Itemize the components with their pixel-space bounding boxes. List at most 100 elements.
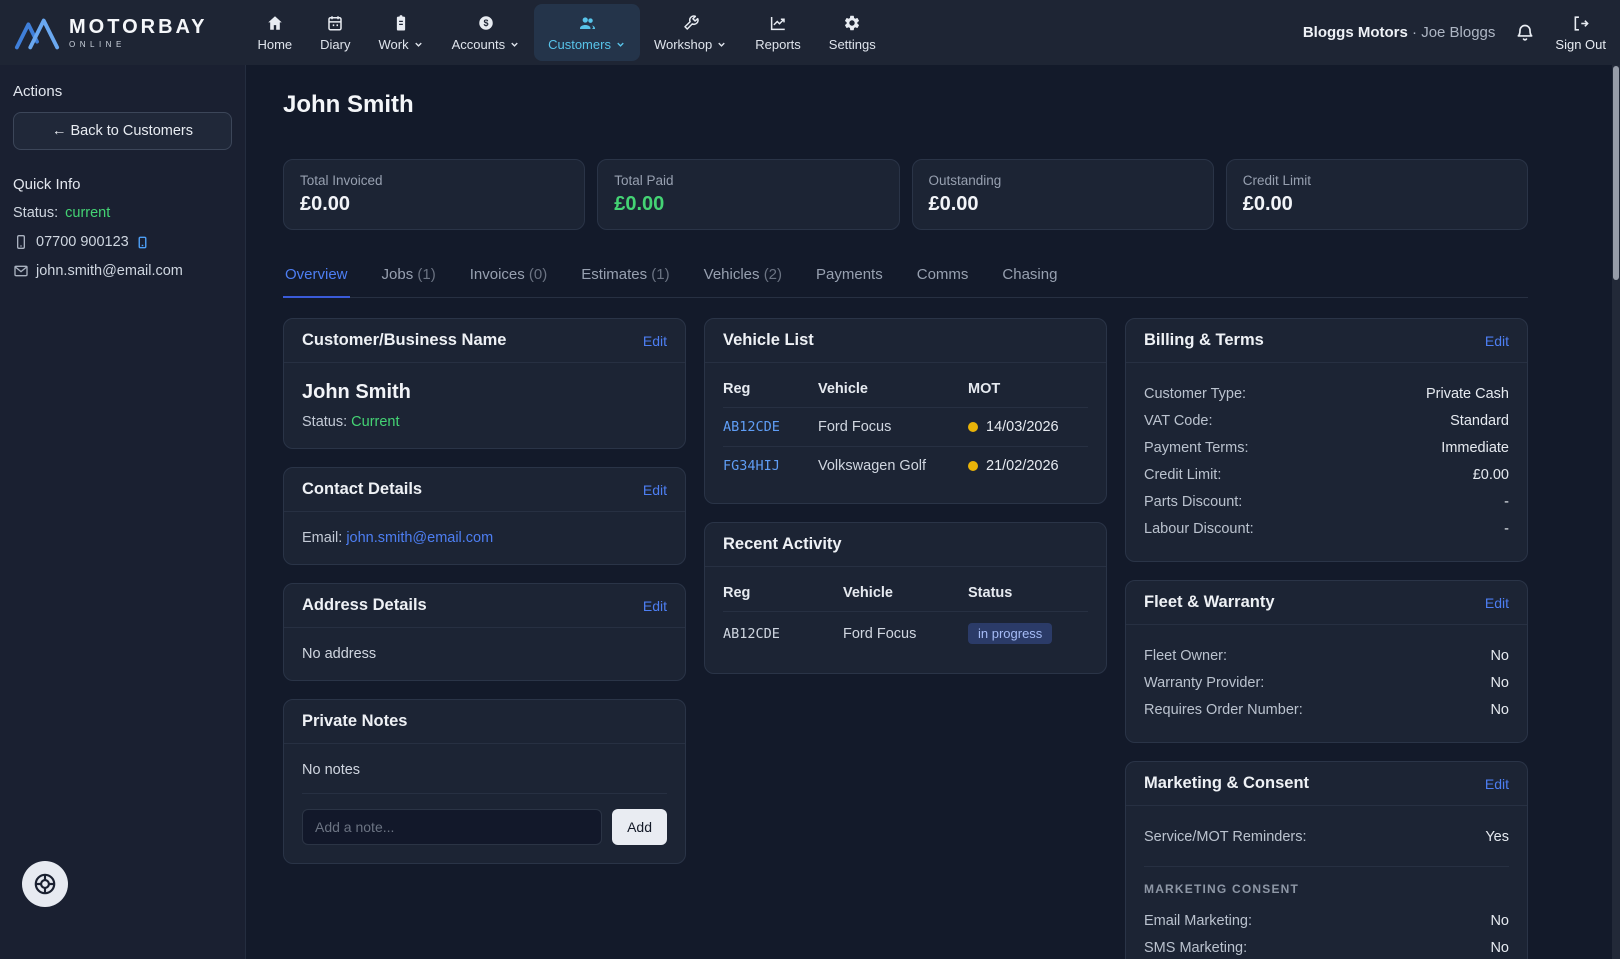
notes-divider (302, 793, 667, 794)
billing-row: Customer Type:Private Cash (1144, 381, 1509, 408)
nav-item-workshop[interactable]: Workshop (640, 4, 741, 61)
brand-name: MOTORBAY (69, 17, 207, 37)
edit-address-button[interactable]: Edit (643, 598, 667, 614)
edit-customer-name-button[interactable]: Edit (643, 333, 667, 349)
stat-value: £0.00 (614, 193, 882, 216)
middle-column: Vehicle List Reg Vehicle MOT AB12CDE For (704, 318, 1107, 674)
clipboard-icon (392, 14, 410, 32)
account-user: Joe Bloggs (1421, 24, 1495, 41)
activity-table: Reg Vehicle Status AB12CDE Ford Focus in… (723, 575, 1088, 655)
nav-item-customers[interactable]: Customers (534, 4, 640, 61)
nav-item-label: Reports (755, 37, 801, 52)
activity-table-header: Reg Vehicle Status (723, 575, 1088, 612)
help-fab-button[interactable] (22, 861, 68, 907)
nav-item-reports[interactable]: Reports (741, 4, 815, 61)
nav-item-accounts[interactable]: $ Accounts (438, 4, 534, 61)
tab-estimates[interactable]: Estimates (1) (579, 258, 671, 298)
card-title: Marketing & Consent (1144, 774, 1309, 793)
nav-item-home[interactable]: Home (243, 4, 306, 61)
card-title: Fleet & Warranty (1144, 593, 1275, 612)
bell-icon (1515, 23, 1535, 43)
sign-out-icon (1571, 14, 1590, 33)
tab-comms[interactable]: Comms (915, 258, 971, 298)
tab-overview[interactable]: Overview (283, 258, 350, 298)
notifications-button[interactable] (1515, 23, 1535, 43)
fleet-warranty-card: Fleet & Warranty Edit Fleet Owner:No War… (1125, 580, 1528, 743)
vehicle-reg-link[interactable]: AB12CDE (723, 419, 780, 435)
nav-item-label: Customers (548, 37, 626, 52)
contact-email-link[interactable]: john.smith@email.com (346, 530, 493, 546)
chart-icon (769, 14, 787, 32)
edit-billing-button[interactable]: Edit (1485, 333, 1509, 349)
fleet-row: Fleet Owner:No (1144, 643, 1509, 670)
billing-terms-card: Billing & Terms Edit Customer Type:Priva… (1125, 318, 1528, 562)
customer-name: John Smith (302, 381, 667, 404)
billing-row: Parts Discount:- (1144, 489, 1509, 516)
nav-item-work[interactable]: Work (365, 4, 438, 61)
fleet-row: Requires Order Number:No (1144, 697, 1509, 724)
phone-icon (13, 234, 29, 250)
lifebuoy-icon (32, 871, 58, 897)
vehicle-row: FG34HIJ Volkswagen Golf 21/02/2026 (723, 447, 1088, 485)
stat-label: Credit Limit (1243, 173, 1511, 188)
nav-item-label: Work (379, 37, 424, 52)
add-note-button[interactable]: Add (612, 809, 667, 845)
consent-row: SMS Marketing:No (1144, 935, 1509, 959)
nav-item-label: Accounts (452, 37, 520, 52)
sign-out-button[interactable]: Sign Out (1555, 14, 1606, 52)
tab-jobs[interactable]: Jobs (1) (380, 258, 438, 298)
activity-row: AB12CDE Ford Focus in progress (723, 612, 1088, 655)
billing-row: Labour Discount:- (1144, 516, 1509, 543)
envelope-icon (13, 263, 29, 279)
nav-item-settings[interactable]: Settings (815, 4, 890, 61)
consent-divider (1144, 866, 1509, 867)
marketing-consent-heading: MARKETING CONSENT (1144, 882, 1509, 896)
mountain-logo-icon (14, 15, 60, 51)
recent-activity-card: Recent Activity Reg Vehicle Status AB12C… (704, 522, 1107, 674)
fleet-row: Warranty Provider:No (1144, 670, 1509, 697)
edit-contact-button[interactable]: Edit (643, 482, 667, 498)
edit-marketing-button[interactable]: Edit (1485, 776, 1509, 792)
account-separator: · (1412, 24, 1417, 41)
vehicle-table: Reg Vehicle MOT AB12CDE Ford Focus 14/03… (723, 371, 1088, 485)
mot-date: 21/02/2026 (986, 458, 1059, 474)
email-address: john.smith@email.com (36, 263, 183, 279)
brand-logo[interactable]: MOTORBAY ONLINE (14, 15, 207, 51)
tab-chasing[interactable]: Chasing (1000, 258, 1059, 298)
nav-item-label: Workshop (654, 37, 727, 52)
tab-vehicles[interactable]: Vehicles (2) (702, 258, 784, 298)
edit-fleet-button[interactable]: Edit (1485, 595, 1509, 611)
mot-status-dot (968, 461, 978, 471)
back-to-customers-button[interactable]: ← Back to Customers (13, 112, 232, 150)
add-note-input[interactable] (302, 809, 602, 845)
quick-info-section: Quick Info Status: current 07700 900123 … (13, 176, 232, 279)
customer-status-line: Status: Current (302, 414, 667, 430)
stat-value: £0.00 (300, 193, 568, 216)
vehicle-name: Volkswagen Golf (818, 447, 968, 485)
mot-date: 14/03/2026 (986, 419, 1059, 435)
vehicle-mot-cell: 21/02/2026 (968, 447, 1088, 485)
vehicle-row: AB12CDE Ford Focus 14/03/2026 (723, 408, 1088, 447)
scrollbar-thumb[interactable] (1613, 66, 1619, 280)
tab-invoices[interactable]: Invoices (0) (468, 258, 550, 298)
email-line: john.smith@email.com (13, 263, 232, 279)
activity-vehicle: Ford Focus (843, 615, 968, 653)
main-nav: Home Diary Work $ Accounts (243, 0, 889, 65)
vehicle-reg-link[interactable]: FG34HIJ (723, 458, 780, 474)
stat-card-outstanding: Outstanding £0.00 (912, 159, 1214, 230)
brand-subtitle: ONLINE (69, 41, 207, 49)
stat-card-total-paid: Total Paid £0.00 (597, 159, 899, 230)
stat-value: £0.00 (1243, 193, 1511, 216)
sms-action-icon[interactable] (136, 236, 149, 249)
actions-heading: Actions (13, 83, 232, 100)
reminders-row: Service/MOT Reminders: Yes (1144, 824, 1509, 851)
chevron-down-icon (509, 39, 520, 50)
nav-item-label: Settings (829, 37, 876, 52)
private-notes-card: Private Notes No notes Add (283, 699, 686, 864)
no-address-text: No address (302, 646, 667, 662)
left-column: Customer/Business Name Edit John Smith S… (283, 318, 686, 864)
nav-item-diary[interactable]: Diary (306, 4, 364, 61)
scrollbar-track[interactable] (1612, 65, 1620, 959)
tab-payments[interactable]: Payments (814, 258, 885, 298)
card-title: Recent Activity (723, 535, 842, 554)
